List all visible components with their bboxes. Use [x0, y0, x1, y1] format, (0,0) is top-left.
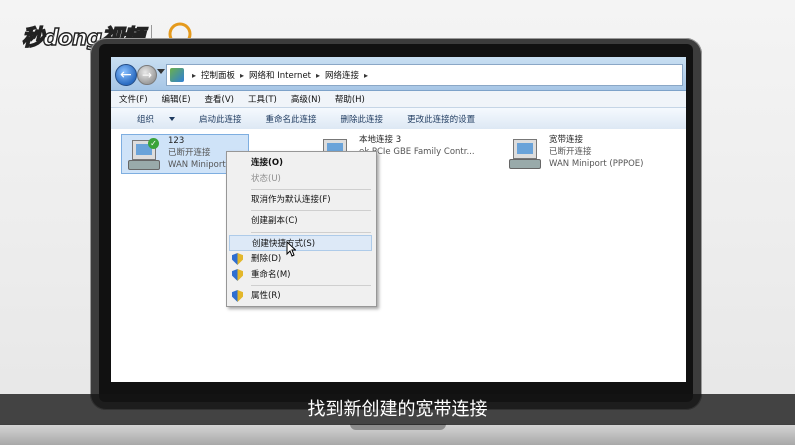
menu-item-status: 状态(U): [251, 174, 281, 184]
uac-shield-icon: [232, 269, 243, 281]
change-settings-button[interactable]: 更改此连接的设置: [394, 113, 486, 125]
connection-name: 123: [168, 136, 185, 146]
menu-edit[interactable]: 编辑(E): [154, 93, 197, 105]
breadcrumb-separator: ▸: [364, 70, 369, 80]
menu-item-rename[interactable]: 重命名(M): [229, 267, 372, 283]
menu-item-properties[interactable]: 属性(R): [229, 288, 372, 304]
menu-item-cancel-default[interactable]: 取消作为默认连接(F): [229, 192, 372, 208]
start-connection-button[interactable]: 启动此连接: [186, 113, 253, 125]
menu-item-connect[interactable]: 连接(O): [229, 155, 372, 171]
breadcrumb-control-panel[interactable]: 控制面板: [201, 69, 235, 81]
menu-bar: 文件(F) 编辑(E) 查看(V) 工具(T) 高级(N) 帮助(H): [111, 91, 686, 107]
back-button[interactable]: ←: [115, 64, 137, 86]
command-bar: 组织 启动此连接 重命名此连接 删除此连接 更改此连接的设置: [111, 107, 686, 130]
delete-connection-button[interactable]: 删除此连接: [328, 113, 395, 125]
dropdown-arrow-icon: [169, 117, 176, 121]
menu-item-delete-label: 删除(D): [251, 254, 282, 264]
menu-separator: [251, 232, 371, 233]
connection-name: 宽带连接: [549, 135, 584, 145]
menu-separator: [251, 285, 371, 286]
connection-status: 已断开连接: [168, 148, 211, 158]
menu-tools[interactable]: 工具(T): [240, 93, 283, 105]
connection-item-broadband[interactable]: 宽带连接 已断开连接 WAN Miniport (PPPOE): [503, 134, 653, 172]
uac-shield-icon: [232, 290, 243, 302]
menu-item-rename-label: 重命名(M): [251, 270, 291, 280]
address-bar-area: ← → ▸ 控制面板 ▸ 网络和 Internet ▸ 网络连接 ▸: [111, 57, 686, 91]
connections-view: ✓ 123 已断开连接 WAN Miniport 本地连接 3 ek PCIe …: [111, 129, 686, 382]
breadcrumb-separator: ▸: [240, 70, 245, 80]
screen: ← → ▸ 控制面板 ▸ 网络和 Internet ▸ 网络连接 ▸ 文件(F)…: [111, 57, 686, 382]
context-menu: 连接(O) 状态(U) 取消作为默认连接(F) 创建副本(C) 创建快捷方式(S…: [226, 151, 377, 307]
menu-file[interactable]: 文件(F): [111, 93, 154, 105]
menu-item-properties-label: 属性(R): [251, 291, 281, 301]
dialup-connection-icon: ✓: [126, 138, 162, 172]
control-panel-icon: [170, 68, 184, 82]
organize-label: 组织: [137, 114, 155, 125]
breadcrumb-network-connections[interactable]: 网络连接: [325, 69, 359, 81]
menu-separator: [251, 210, 371, 211]
check-badge-icon: ✓: [148, 138, 159, 149]
menu-view[interactable]: 查看(V): [197, 93, 240, 105]
breadcrumb-separator: ▸: [192, 70, 197, 80]
rename-connection-button[interactable]: 重命名此连接: [253, 113, 328, 125]
menu-item-delete[interactable]: 删除(D): [229, 251, 372, 267]
video-subtitle: 找到新创建的宽带连接: [0, 394, 795, 425]
broadband-connection-icon: [507, 137, 543, 171]
breadcrumb-separator: ▸: [316, 70, 321, 80]
back-arrow-icon: ←: [120, 67, 132, 83]
connection-status: 已断开连接: [549, 147, 592, 157]
breadcrumb-network-internet[interactable]: 网络和 Internet: [249, 69, 311, 81]
menu-separator: [251, 189, 371, 190]
organize-button[interactable]: 组织: [111, 113, 186, 125]
history-dropdown-icon[interactable]: [157, 69, 165, 74]
menu-advanced[interactable]: 高级(N): [283, 93, 327, 105]
connection-device: WAN Miniport: [168, 160, 226, 170]
connection-device: WAN Miniport (PPPOE): [549, 159, 644, 169]
connection-name: 本地连接 3: [359, 135, 402, 145]
menu-help[interactable]: 帮助(H): [327, 93, 371, 105]
address-bar[interactable]: ▸ 控制面板 ▸ 网络和 Internet ▸ 网络连接 ▸: [166, 64, 683, 86]
menu-item-create-shortcut[interactable]: 创建快捷方式(S): [229, 235, 372, 251]
forward-button[interactable]: →: [137, 65, 157, 85]
forward-arrow-icon: →: [142, 68, 153, 82]
menu-item-create-copy[interactable]: 创建副本(C): [229, 213, 372, 229]
uac-shield-icon: [232, 253, 243, 265]
